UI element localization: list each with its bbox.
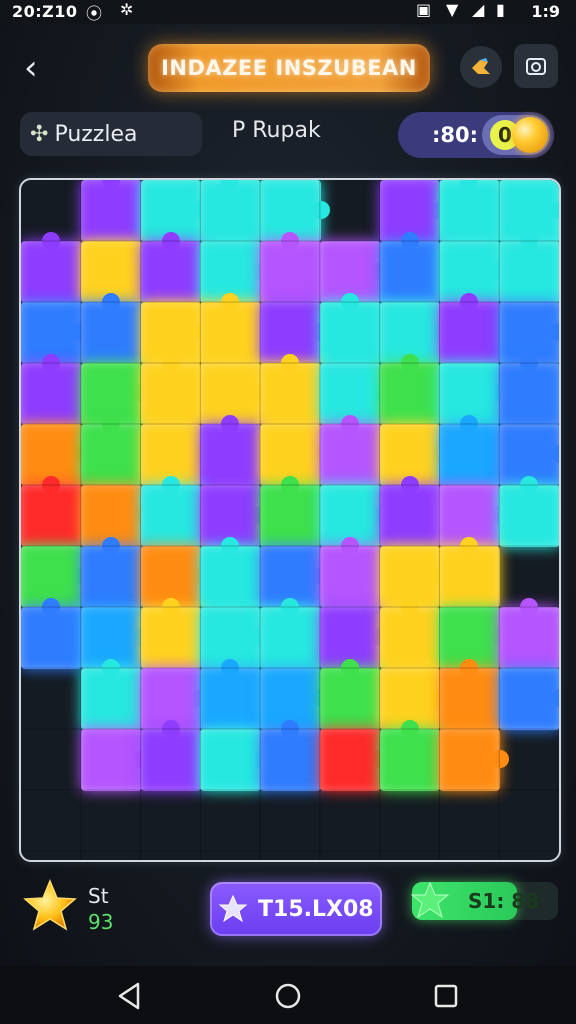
status-notify-icon: ✲: [120, 0, 134, 19]
battery-icon: ▮: [496, 0, 505, 19]
triangle-back-icon[interactable]: [110, 976, 150, 1016]
stat-label: St: [88, 884, 109, 908]
page-title-text: INDAZEE INSZUBEAN: [161, 56, 417, 80]
puzzle-piece[interactable]: [260, 598, 321, 669]
puzzle-piece[interactable]: [260, 720, 321, 791]
puzzle-piece[interactable]: [140, 598, 202, 669]
puzzle-piece[interactable]: [439, 537, 501, 608]
puzzle-piece[interactable]: [80, 415, 142, 486]
chevron-left-icon: ‹: [24, 48, 38, 88]
puzzle-piece[interactable]: [140, 476, 202, 547]
tab-rupak-label: P Rupak: [232, 118, 321, 143]
wifi-icon: ▼: [446, 0, 459, 19]
vibrate-icon: ▣: [416, 0, 432, 19]
puzzle-piece[interactable]: [80, 293, 142, 364]
score-value: :80:: [432, 123, 479, 147]
puzzle-piece[interactable]: [319, 729, 390, 791]
puzzle-piece[interactable]: [140, 720, 202, 791]
square-recent-icon[interactable]: [426, 976, 466, 1016]
status-dot-icon: ⦿: [86, 4, 103, 23]
bird-icon: [472, 58, 490, 74]
puzzle-piece[interactable]: [439, 180, 501, 242]
score-pill: :80: 0: [398, 112, 554, 158]
puzzle-piece[interactable]: [499, 598, 559, 669]
stat-value: 93: [88, 910, 114, 934]
camera-icon: [526, 58, 546, 75]
circle-home-icon[interactable]: [268, 976, 308, 1016]
page-title: INDAZEE INSZUBEAN: [148, 44, 430, 92]
puzzle-piece[interactable]: [200, 729, 270, 791]
puzzle-piece[interactable]: [21, 476, 82, 547]
mode-label: Puzzlea: [54, 121, 138, 147]
puzzle-piece[interactable]: [260, 476, 321, 547]
puzzle-piece[interactable]: [379, 232, 441, 303]
puzzle-icon: ✣: [30, 121, 49, 147]
puzzle-piece[interactable]: [80, 180, 142, 242]
camera-button[interactable]: [514, 44, 558, 88]
puzzle-piece[interactable]: [260, 232, 321, 303]
puzzle-piece[interactable]: [379, 598, 441, 669]
puzzle-piece[interactable]: [439, 293, 501, 364]
signal-icon: ◢: [472, 0, 485, 19]
puzzle-piece[interactable]: [140, 354, 202, 425]
puzzle-piece[interactable]: [379, 476, 441, 547]
bird-button[interactable]: [460, 46, 502, 88]
puzzle-piece[interactable]: [319, 537, 381, 608]
puzzle-piece[interactable]: [499, 232, 559, 303]
puzzle-piece[interactable]: [200, 293, 262, 364]
puzzle-piece[interactable]: [80, 729, 151, 791]
progress-bar: S1: 88: [410, 881, 558, 920]
puzzle-piece[interactable]: [21, 232, 82, 303]
puzzle-piece[interactable]: [319, 293, 381, 364]
puzzle-grid[interactable]: [21, 180, 559, 860]
status-bar: 20:Z10 ⦿ ✲ ▣ ▼ ◢ ▮ 1:9: [0, 0, 576, 24]
puzzle-piece[interactable]: [80, 537, 142, 608]
mode-selector[interactable]: ✣ Puzzlea: [20, 112, 202, 156]
puzzle-piece[interactable]: [140, 232, 202, 303]
puzzle-piece[interactable]: [200, 180, 262, 242]
status-clock: 1:9: [531, 2, 560, 21]
puzzle-piece[interactable]: [439, 659, 501, 730]
puzzle-piece[interactable]: [499, 354, 559, 425]
coin-icon: [512, 117, 548, 153]
puzzle-piece[interactable]: [200, 415, 262, 486]
navigation-bar: [0, 966, 576, 1024]
star-icon: [218, 894, 248, 923]
puzzle-piece[interactable]: [379, 354, 441, 425]
tab-rupak[interactable]: P Rupak: [232, 118, 321, 143]
puzzle-piece[interactable]: [260, 354, 321, 425]
primary-action-label: T15.LX08: [258, 896, 374, 922]
puzzle-piece[interactable]: [499, 476, 559, 547]
puzzle-piece[interactable]: [80, 659, 142, 730]
primary-action-button[interactable]: T15.LX08: [210, 882, 382, 936]
puzzle-piece[interactable]: [319, 415, 381, 486]
puzzle-piece[interactable]: [499, 668, 559, 730]
puzzle-piece[interactable]: [200, 537, 262, 608]
puzzle-piece[interactable]: [439, 415, 501, 486]
puzzle-board[interactable]: [19, 178, 561, 862]
puzzle-piece[interactable]: [21, 598, 82, 669]
puzzle-piece[interactable]: [200, 659, 262, 730]
star-icon: [410, 881, 450, 919]
puzzle-piece[interactable]: [439, 729, 509, 791]
puzzle-piece[interactable]: [21, 354, 82, 425]
status-time: 20:Z10: [12, 2, 78, 21]
progress-label: S1: 88: [468, 889, 540, 913]
puzzle-piece[interactable]: [319, 659, 381, 730]
star-icon[interactable]: [22, 878, 78, 934]
coin-pill[interactable]: 0: [482, 115, 550, 155]
puzzle-piece[interactable]: [379, 720, 441, 791]
back-button[interactable]: ‹: [24, 48, 56, 88]
